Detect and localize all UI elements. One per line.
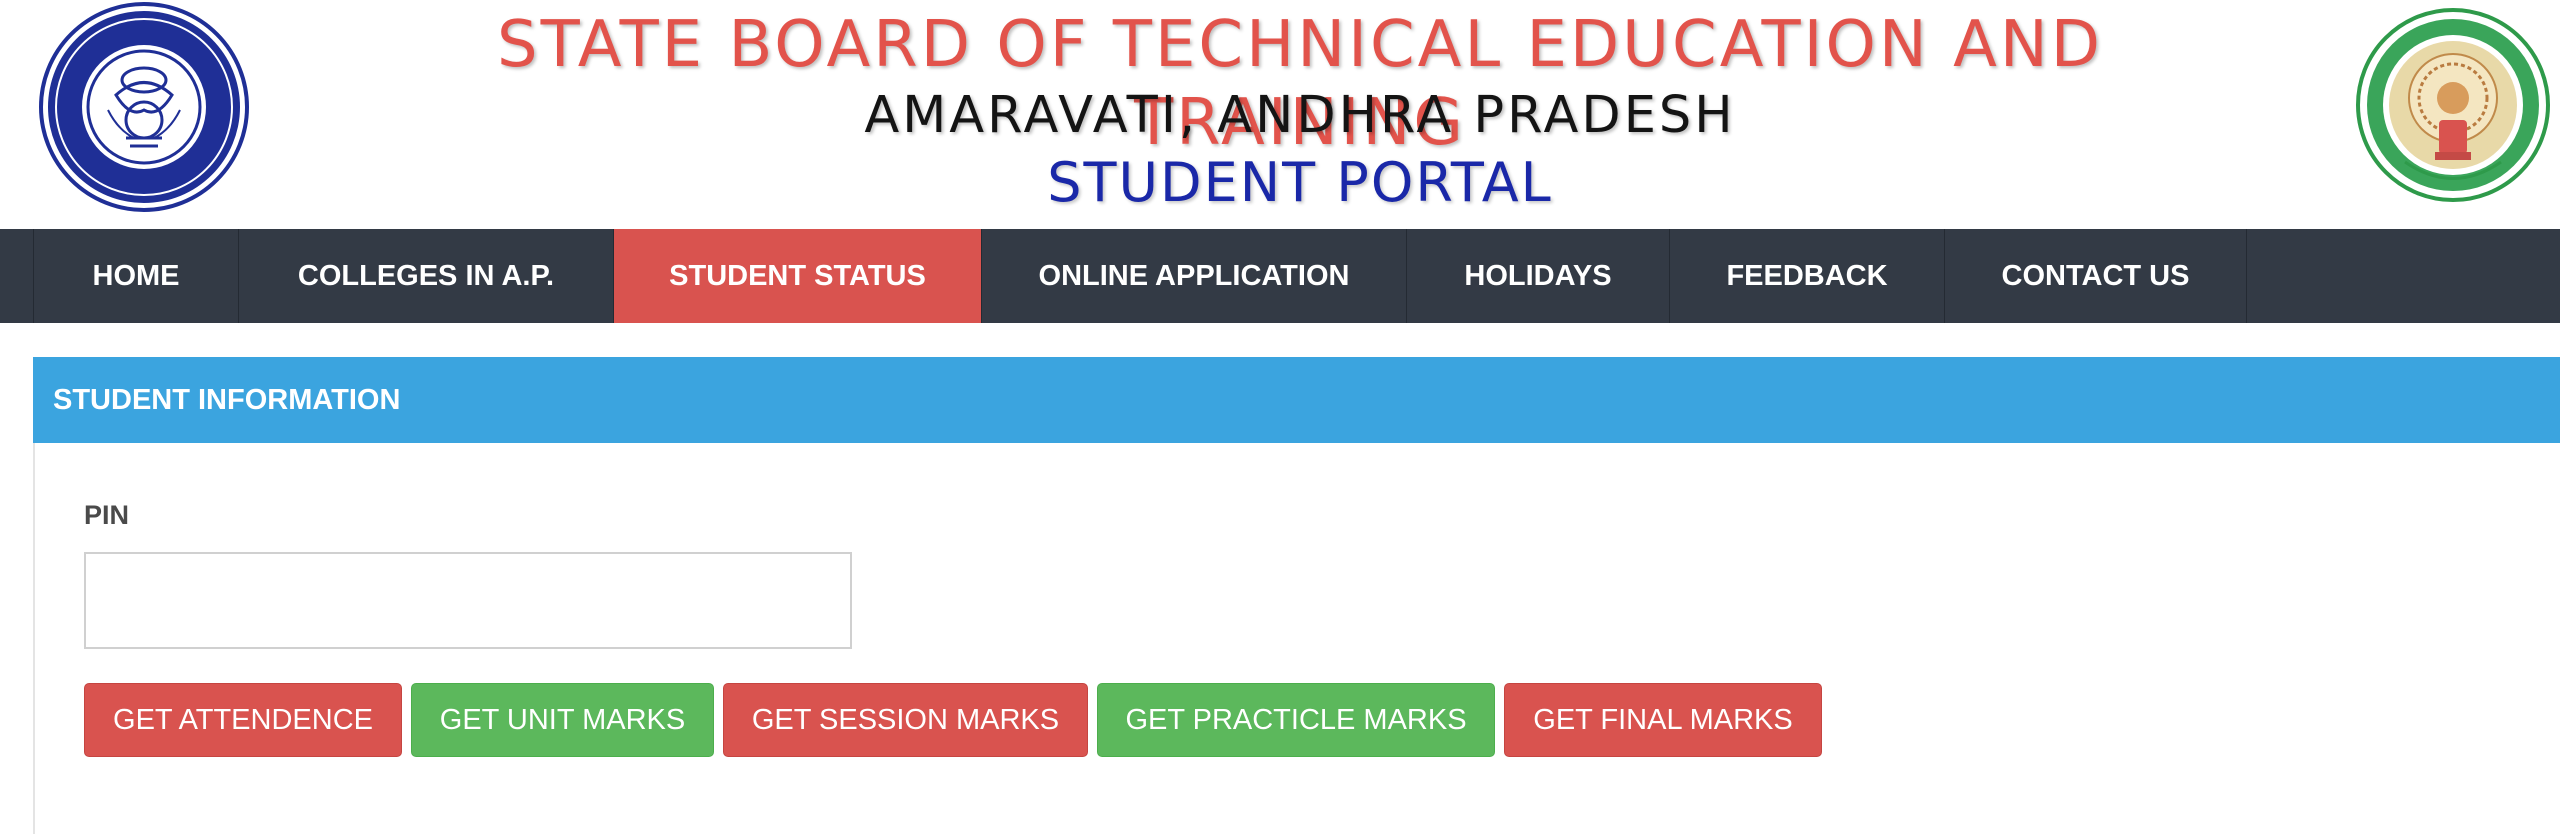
- pin-input[interactable]: [84, 552, 852, 649]
- get-attendance-button[interactable]: GET ATTENDENCE: [84, 683, 402, 757]
- ap-government-seal: [2356, 8, 2550, 202]
- nav-item-feedback[interactable]: FEEDBACK: [1670, 229, 1945, 323]
- nav-item-online-application[interactable]: ONLINE APPLICATION: [982, 229, 1407, 323]
- pin-label: PIN: [84, 500, 130, 530]
- get-unit-marks-button[interactable]: GET UNIT MARKS: [411, 683, 714, 757]
- panel-title: STUDENT INFORMATION: [53, 383, 401, 416]
- sbtet-logo: [39, 2, 249, 212]
- nav-item-student-status[interactable]: STUDENT STATUS: [614, 229, 982, 323]
- nav-item-holidays[interactable]: HOLIDAYS: [1407, 229, 1670, 323]
- site-header: STATE BOARD OF TECHNICAL EDUCATION AND T…: [0, 0, 2560, 229]
- nav-item-home[interactable]: HOME: [34, 229, 239, 323]
- nav-item-colleges[interactable]: COLLEGES IN A.P.: [239, 229, 614, 323]
- board-location: AMARAVATI, ANDHRA PRADESH: [864, 86, 1736, 145]
- get-final-marks-button[interactable]: GET FINAL MARKS: [1504, 683, 1822, 757]
- main-navigation: HOME COLLEGES IN A.P. STUDENT STATUS ONL…: [0, 229, 2560, 323]
- student-information-header: STUDENT INFORMATION: [33, 357, 2560, 443]
- portal-title: STUDENT PORTAL: [1047, 151, 1553, 214]
- nav-item-contact-us[interactable]: CONTACT US: [1945, 229, 2247, 323]
- nav-spacer: [0, 229, 34, 323]
- get-session-marks-button[interactable]: GET SESSION MARKS: [723, 683, 1088, 757]
- get-practical-marks-button[interactable]: GET PRACTICLE MARKS: [1097, 683, 1495, 757]
- action-buttons: GET ATTENDENCE GET UNIT MARKS GET SESSIO…: [84, 683, 1822, 757]
